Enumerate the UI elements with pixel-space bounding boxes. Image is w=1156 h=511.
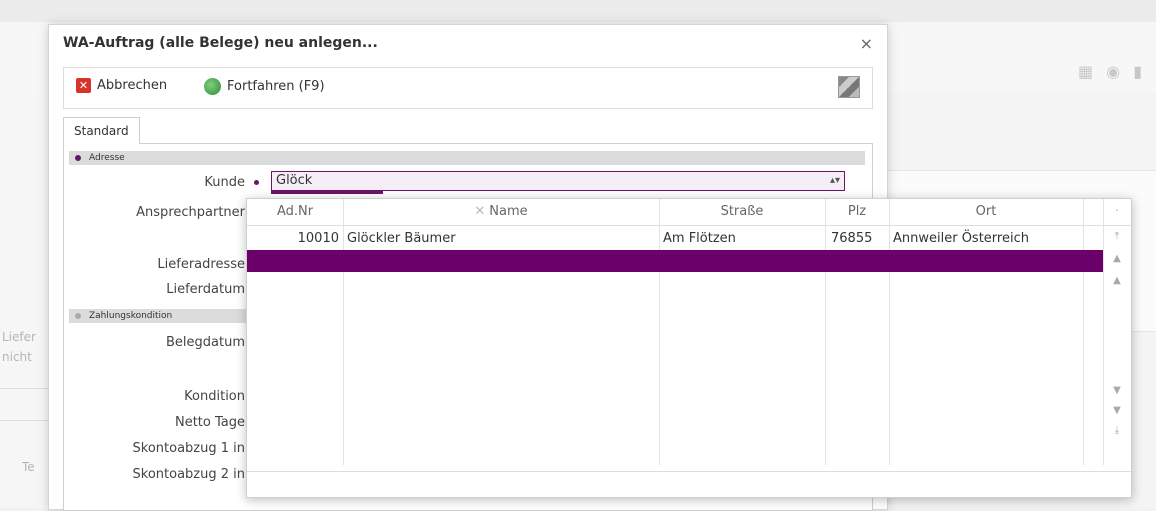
scroll-page-down-icon[interactable]: ▼: [1111, 405, 1123, 416]
skonto2-label: Skontoabzug 2 in: [132, 467, 245, 482]
kunde-input[interactable]: Glöck ▴▾: [271, 171, 845, 191]
section-header-address: Adresse: [69, 151, 865, 165]
tab-standard[interactable]: Standard: [63, 117, 140, 144]
table-row[interactable]: 10010 Glöckler Bäumer Am Flötzen 76855 A…: [247, 228, 1101, 250]
background-text-te: Te: [22, 460, 35, 474]
continue-icon: [204, 78, 221, 95]
grid-scrollbar[interactable]: ⤒ ▲ ▲ ▼ ▼ ⤓: [1103, 225, 1131, 465]
background-text-nicht: nicht: [2, 350, 32, 364]
scroll-down-icon[interactable]: ▼: [1111, 385, 1123, 396]
required-dot-icon: [254, 180, 259, 185]
sort-pin-icon: ✕: [474, 204, 486, 219]
background-icons: ▦ ◉ ▮: [1077, 62, 1146, 81]
cell-strasse: Am Flötzen: [663, 231, 736, 246]
netto-tage-label: Netto Tage: [174, 415, 245, 430]
scroll-bottom-icon[interactable]: ⤓: [1111, 425, 1123, 436]
background-topbar: [0, 0, 1156, 23]
background-left-panel: Liefer nicht Te: [0, 92, 48, 508]
dialog-title: WA-Auftrag (alle Belege) neu anlegen...: [63, 35, 378, 51]
column-header-name-label: Name: [489, 204, 528, 219]
section-dot-icon: [75, 154, 81, 161]
customer-dropdown-grid: Ad.Nr ✕ Name Straße Plz Ort · 10010 Glöck…: [246, 198, 1132, 498]
cancel-icon: ✕: [76, 78, 91, 93]
column-header-plz[interactable]: Plz: [825, 199, 889, 225]
scroll-up-icon[interactable]: ▲: [1111, 275, 1123, 286]
skonto1-label: Skontoabzug 1 in: [132, 441, 245, 456]
kunde-input-progress: [271, 191, 383, 194]
kunde-label: Kunde: [204, 175, 245, 190]
section-dot-icon: [75, 312, 81, 319]
section-title-payment: Zahlungskondition: [89, 311, 173, 321]
continue-button-label: Fortfahren (F9): [227, 79, 325, 94]
continue-button[interactable]: Fortfahren (F9): [204, 78, 325, 95]
cell-ort: Annweiler Österreich: [893, 231, 1029, 246]
grid-footer: [247, 471, 1131, 497]
lieferadresse-label: Lieferadresse: [157, 257, 245, 272]
cell-name: Glöckler Bäumer: [347, 231, 456, 246]
background-divider: [0, 420, 48, 421]
background-divider: [0, 388, 48, 389]
dialog-toolbar: ✕ Abbrechen Fortfahren (F9): [63, 67, 873, 109]
grid-header: Ad.Nr ✕ Name Straße Plz Ort ·: [247, 199, 1131, 226]
cancel-button-label: Abbrechen: [97, 78, 168, 93]
belegdatum-label: Belegdatum: [166, 335, 245, 350]
layout-settings-icon[interactable]: [838, 76, 860, 98]
cell-plz: 76855: [831, 231, 873, 246]
ansprechpartner-label: Ansprechpartner: [136, 205, 245, 220]
column-header-ort[interactable]: Ort: [889, 199, 1083, 225]
column-header-strasse[interactable]: Straße: [659, 199, 825, 225]
kunde-input-value: Glöck: [276, 173, 313, 188]
scroll-page-up-icon[interactable]: ▲: [1111, 253, 1123, 264]
kondition-label: Kondition: [184, 389, 245, 404]
dropdown-arrow-icon[interactable]: ▴▾: [830, 172, 840, 190]
section-title-address: Adresse: [89, 153, 125, 163]
table-row-selected[interactable]: [247, 250, 1103, 272]
column-header-adnr[interactable]: Ad.Nr: [247, 199, 343, 225]
column-header-extra: ·: [1114, 204, 1120, 219]
lieferdatum-label: Lieferdatum: [166, 282, 245, 297]
cell-adnr: 10010: [297, 231, 339, 246]
close-icon[interactable]: ×: [860, 34, 873, 53]
cancel-button[interactable]: ✕ Abbrechen: [76, 78, 167, 93]
column-header-name[interactable]: ✕ Name: [343, 199, 659, 225]
background-text-liefer: Liefer: [2, 330, 36, 344]
scroll-top-icon[interactable]: ⤒: [1111, 231, 1123, 242]
